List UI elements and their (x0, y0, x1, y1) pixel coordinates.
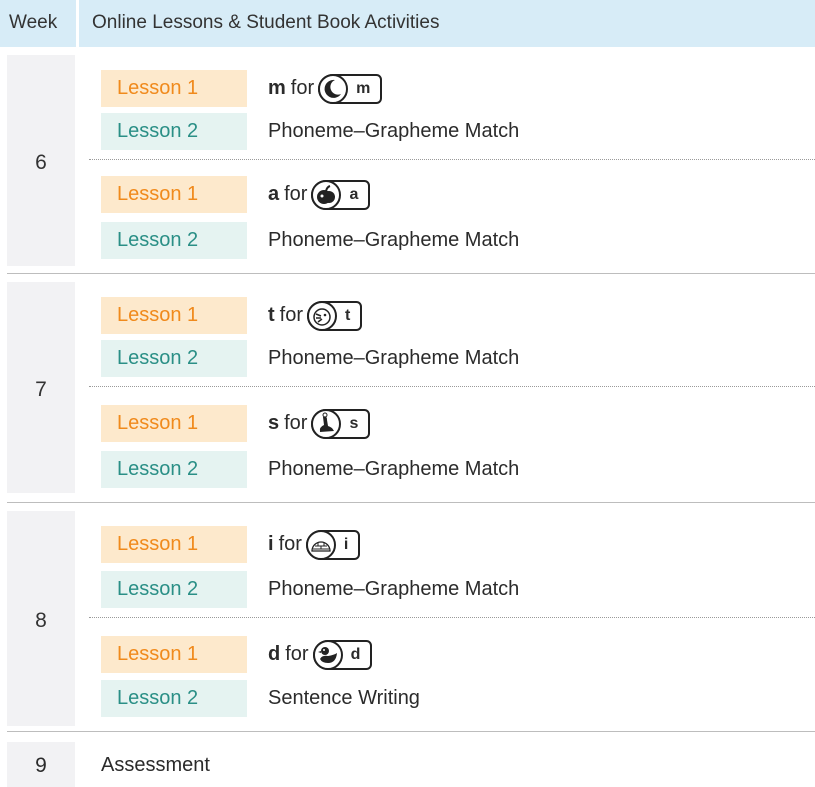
week-separator (7, 731, 815, 732)
phonics-letter: m (268, 77, 286, 99)
phonics-activity: m for m (268, 70, 383, 107)
week-column-header: Week (9, 12, 58, 33)
lesson-badge: Lesson 1 (101, 526, 247, 563)
activity-text: Phoneme–Grapheme Match (268, 578, 520, 600)
lesson-badge: Lesson 1 (101, 176, 247, 213)
phonics-for: for (284, 183, 308, 205)
tiger-icon (307, 300, 338, 331)
lesson-divider (89, 386, 815, 387)
phonics-for: for (278, 533, 302, 555)
week-separator (7, 502, 815, 503)
week-number: 6 (35, 151, 47, 174)
letter-card: t (307, 300, 363, 331)
phonics-letter: a (268, 183, 280, 205)
letter-card-letter: t (345, 306, 351, 324)
moon-icon (318, 73, 349, 104)
phonics-activity: a for a (268, 176, 371, 213)
week-cell-8: 8 (7, 511, 75, 726)
letter-card: i (305, 529, 361, 560)
assessment-label: Assessment (101, 754, 210, 776)
letter-card-letter: s (349, 414, 359, 432)
phonics-for: for (279, 304, 304, 326)
phonics-activity: s for s (268, 405, 371, 442)
lesson-badge: Lesson 1 (101, 70, 247, 107)
letter-card-letter: d (350, 645, 361, 663)
lesson-badge: Lesson 2 (101, 222, 247, 259)
duck-icon (312, 639, 343, 670)
phonics-for: for (284, 412, 308, 434)
lesson-badge: Lesson 2 (101, 113, 247, 150)
letter-card-letter: i (343, 535, 349, 553)
week-cell-7: 7 (7, 282, 75, 493)
lesson-divider (89, 617, 815, 618)
seal-icon (311, 408, 342, 439)
lesson-badge: Lesson 1 (101, 405, 247, 442)
apple-icon (311, 179, 342, 210)
phonics-activity: d for d (268, 636, 373, 673)
header-divider (76, 0, 79, 47)
phonics-activity: i for i (268, 526, 361, 563)
letter-card: s (311, 408, 371, 439)
activity-text: Sentence Writing (268, 687, 420, 709)
phonics-activity: t for t (268, 297, 363, 334)
lesson-badge: Lesson 1 (101, 636, 247, 673)
igloo-icon (305, 529, 336, 560)
letter-card-letter: a (349, 185, 359, 203)
phonics-for: for (290, 77, 315, 99)
phonics-letter: d (268, 643, 281, 665)
week-number: 8 (35, 609, 47, 632)
table-header: Week Online Lessons & Student Book Activ… (0, 0, 815, 47)
lesson-badge: Lesson 2 (101, 680, 247, 717)
phonics-letter: s (268, 412, 280, 434)
activity-text: Phoneme–Grapheme Match (268, 229, 520, 251)
phonics-for: for (285, 643, 309, 665)
activities-column-header: Online Lessons & Student Book Activities (92, 12, 440, 33)
letter-card: d (312, 639, 373, 670)
phonics-letter: t (268, 304, 275, 326)
week-number: 9 (35, 754, 47, 777)
lesson-divider (89, 159, 815, 160)
phonics-letter: i (268, 533, 274, 555)
lesson-badge: Lesson 1 (101, 297, 247, 334)
letter-card: m (318, 73, 383, 104)
week-number: 7 (35, 378, 47, 401)
week-separator (7, 273, 815, 274)
activity-text: Phoneme–Grapheme Match (268, 120, 520, 142)
lesson-badge: Lesson 2 (101, 340, 247, 377)
week-cell-6: 6 (7, 55, 75, 266)
activity-text: Phoneme–Grapheme Match (268, 347, 520, 369)
letter-card-letter: m (356, 79, 371, 97)
letter-card: a (311, 179, 371, 210)
lesson-badge: Lesson 2 (101, 571, 247, 608)
activity-text: Phoneme–Grapheme Match (268, 458, 520, 480)
lesson-badge: Lesson 2 (101, 451, 247, 488)
